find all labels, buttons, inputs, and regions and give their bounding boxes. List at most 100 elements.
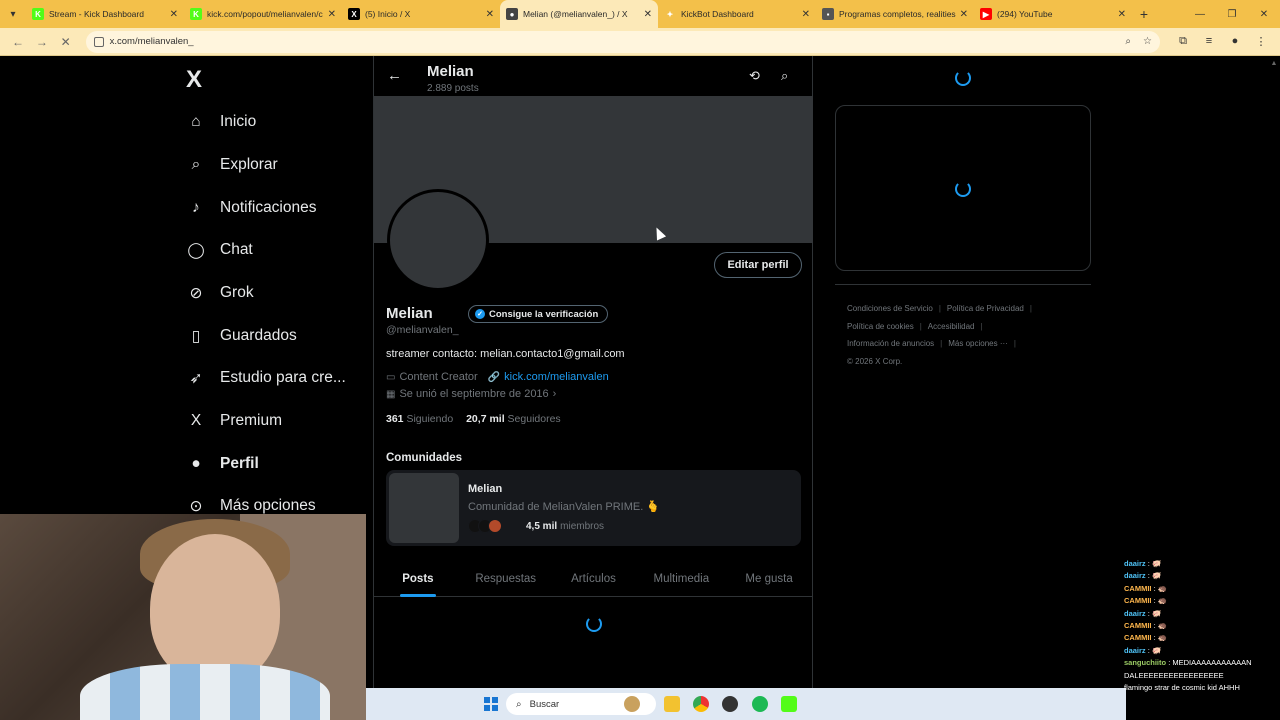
get-verified-button[interactable]: ✓ Consigue la verificación	[468, 305, 609, 323]
file-explorer-icon[interactable]	[664, 696, 680, 712]
tab-close-icon[interactable]: ✕	[170, 9, 178, 20]
tab-close-icon[interactable]: ✕	[328, 9, 336, 20]
footer-link[interactable]: Política de cookies	[847, 322, 914, 331]
chevron-right-icon: ›	[552, 388, 557, 400]
chat-message: CAMMII : 🦔	[1124, 583, 1280, 595]
nav-item-notificaciones[interactable]: ♪ Notificaciones	[186, 198, 317, 218]
nav-item-chat[interactable]: ◯ Chat	[186, 240, 252, 260]
browser-tab-bar: ▾ K Stream - Kick Dashboard ✕ Kkick.com/pop…	[0, 0, 1280, 28]
footer-link[interactable]: Información de anuncios	[847, 339, 934, 348]
tab-multimedia[interactable]: Multimedia	[637, 561, 725, 596]
profile-joined: Se unió el septiembre de 2016	[399, 388, 549, 400]
chat-username: daairz	[1124, 571, 1146, 581]
back-button[interactable]: ←	[6, 35, 30, 49]
chat-text: : 🐖	[1147, 645, 1162, 655]
browser-tab[interactable]: K Stream - Kick Dashboard ✕	[26, 0, 184, 28]
footer-link[interactable]: Accesibilidad	[928, 322, 975, 331]
profile-icon[interactable]: ●	[1222, 35, 1248, 48]
footer-link[interactable]: Política de Privacidad	[947, 304, 1024, 313]
tab-posts[interactable]: Posts	[374, 561, 462, 596]
chrome-icon[interactable]	[693, 696, 709, 712]
nav-item-label: Notificaciones	[220, 199, 317, 216]
x-logo[interactable]: X	[186, 66, 202, 94]
page-scrollbar[interactable]: ▲	[1270, 60, 1278, 688]
site-info-icon[interactable]	[93, 36, 104, 47]
following-link[interactable]: 361 Siguiendo	[386, 413, 453, 425]
tab-label: Programas completos, realities	[839, 9, 956, 19]
chat-message: CAMMII : 🦔	[1124, 632, 1280, 644]
community-members: 4,5 mil miembros	[468, 519, 604, 533]
profile-category: Content Creator	[399, 371, 478, 383]
zoom-icon[interactable]: ⌕	[1125, 36, 1131, 47]
communities-title: Comunidades	[386, 452, 463, 464]
menu-icon[interactable]: ⋮	[1248, 35, 1274, 48]
minimize-button[interactable]: —	[1184, 9, 1216, 20]
stop-button[interactable]: ✕	[54, 35, 78, 49]
nav-item-guardados[interactable]: ▯ Guardados	[186, 326, 297, 346]
browser-tab[interactable]: X (5) Inicio / X ✕	[342, 0, 500, 28]
back-arrow-icon[interactable]: ←	[387, 67, 402, 84]
tab-close-icon[interactable]: ✕	[486, 9, 494, 20]
obs-icon[interactable]	[722, 696, 738, 712]
avatar[interactable]	[387, 189, 489, 291]
followers-link[interactable]: 20,7 mil Seguidores	[466, 413, 561, 425]
profile-joined-row[interactable]: ▦ Se unió el septiembre de 2016 ›	[386, 388, 556, 400]
tab-label: Stream - Kick Dashboard	[49, 9, 144, 19]
tab-close-icon[interactable]: ✕	[802, 9, 810, 20]
browser-tab[interactable]: ✦ KickBot Dashboard ✕	[658, 0, 816, 28]
address-bar[interactable]: x.com/melianvalen_ ⌕ ☆	[85, 30, 1160, 53]
calendar-icon: ▦	[386, 388, 396, 400]
tab-favicon-icon: K	[190, 8, 202, 20]
nav-item-premium[interactable]: X Premium	[186, 411, 282, 431]
spotify-icon[interactable]	[752, 696, 768, 712]
maximize-button[interactable]: ❐	[1216, 9, 1248, 20]
loading-spinner	[955, 70, 971, 86]
footer-link[interactable]: Condiciones de Servicio	[847, 304, 933, 313]
search-icon[interactable]: ⌕	[781, 68, 788, 84]
tab-close-icon[interactable]: ✕	[644, 9, 652, 20]
kick-icon[interactable]	[781, 696, 797, 712]
browser-tab[interactable]: Kkick.com/popout/melianvalen/c ✕	[184, 0, 342, 28]
nav-item-explorar[interactable]: ⌕ Explorar	[186, 155, 278, 175]
tab-close-icon[interactable]: ✕	[960, 9, 968, 20]
windows-start-icon[interactable]	[484, 697, 498, 711]
browser-tab[interactable]: ▶ (294) YouTube ✕	[974, 0, 1132, 28]
rocket-icon: ➶	[189, 369, 203, 387]
chat-text: flamingo strar de cosmic kid AHHH	[1124, 683, 1240, 693]
url-text: x.com/melianvalen_	[109, 36, 194, 47]
tab-search-button[interactable]: ▾	[0, 0, 26, 28]
chat-text: : MEDIAAAAAAAAAAAN	[1168, 658, 1252, 668]
nav-item-grok[interactable]: ⊘ Grok	[186, 283, 254, 303]
community-card[interactable]: Melian Comunidad de MelianValen PRIME. 🫰…	[386, 470, 801, 546]
tab-respuestas[interactable]: Respuestas	[462, 561, 550, 596]
browser-tab[interactable]: ▪ Programas completos, realities ✕	[816, 0, 974, 28]
tab-favicon-icon: X	[348, 8, 360, 20]
bookmark-star-icon[interactable]: ☆	[1143, 36, 1152, 47]
extensions-icon[interactable]: ⧉	[1170, 35, 1196, 48]
tab-favicon-icon: ▪	[822, 8, 834, 20]
nav-item-estudio[interactable]: ➶ Estudio para cre...	[186, 368, 346, 388]
nav-item-perfil[interactable]: ● Perfil	[186, 454, 258, 474]
chat-text: : 🦔	[1153, 621, 1168, 631]
forward-button[interactable]: →	[30, 35, 54, 49]
footer-link[interactable]: Más opciones ···	[948, 339, 1008, 348]
tab-close-icon[interactable]: ✕	[1118, 9, 1126, 20]
x-premium-icon: X	[190, 412, 202, 429]
profile-link[interactable]: kick.com/melianvalen	[504, 371, 609, 383]
chat-username: daairz	[1124, 645, 1146, 655]
nav-item-más[interactable]: ⊙ Más opciones	[186, 496, 316, 516]
edit-profile-button[interactable]: Editar perfil	[714, 252, 802, 278]
profile-handle: @melianvalen_	[386, 324, 459, 336]
profile-tabs: Posts Respuestas Artículos Multimedia Me gus…	[374, 561, 813, 597]
new-tab-button[interactable]: +	[1132, 6, 1156, 22]
grok-icon[interactable]: ⟲	[749, 68, 760, 84]
tab-me gusta[interactable]: Me gusta	[725, 561, 813, 596]
nav-item-label: Grok	[220, 284, 254, 301]
close-window-button[interactable]: ✕	[1248, 9, 1280, 20]
tab-label: (5) Inicio / X	[365, 9, 411, 19]
browser-tab[interactable]: ● Melian (@melianvalen_) / X ✕	[500, 0, 658, 28]
media-icon[interactable]: ≡	[1196, 35, 1222, 48]
widget-icon[interactable]	[624, 696, 640, 712]
nav-item-inicio[interactable]: ⌂ Inicio	[186, 112, 256, 132]
tab-artículos[interactable]: Artículos	[550, 561, 638, 596]
